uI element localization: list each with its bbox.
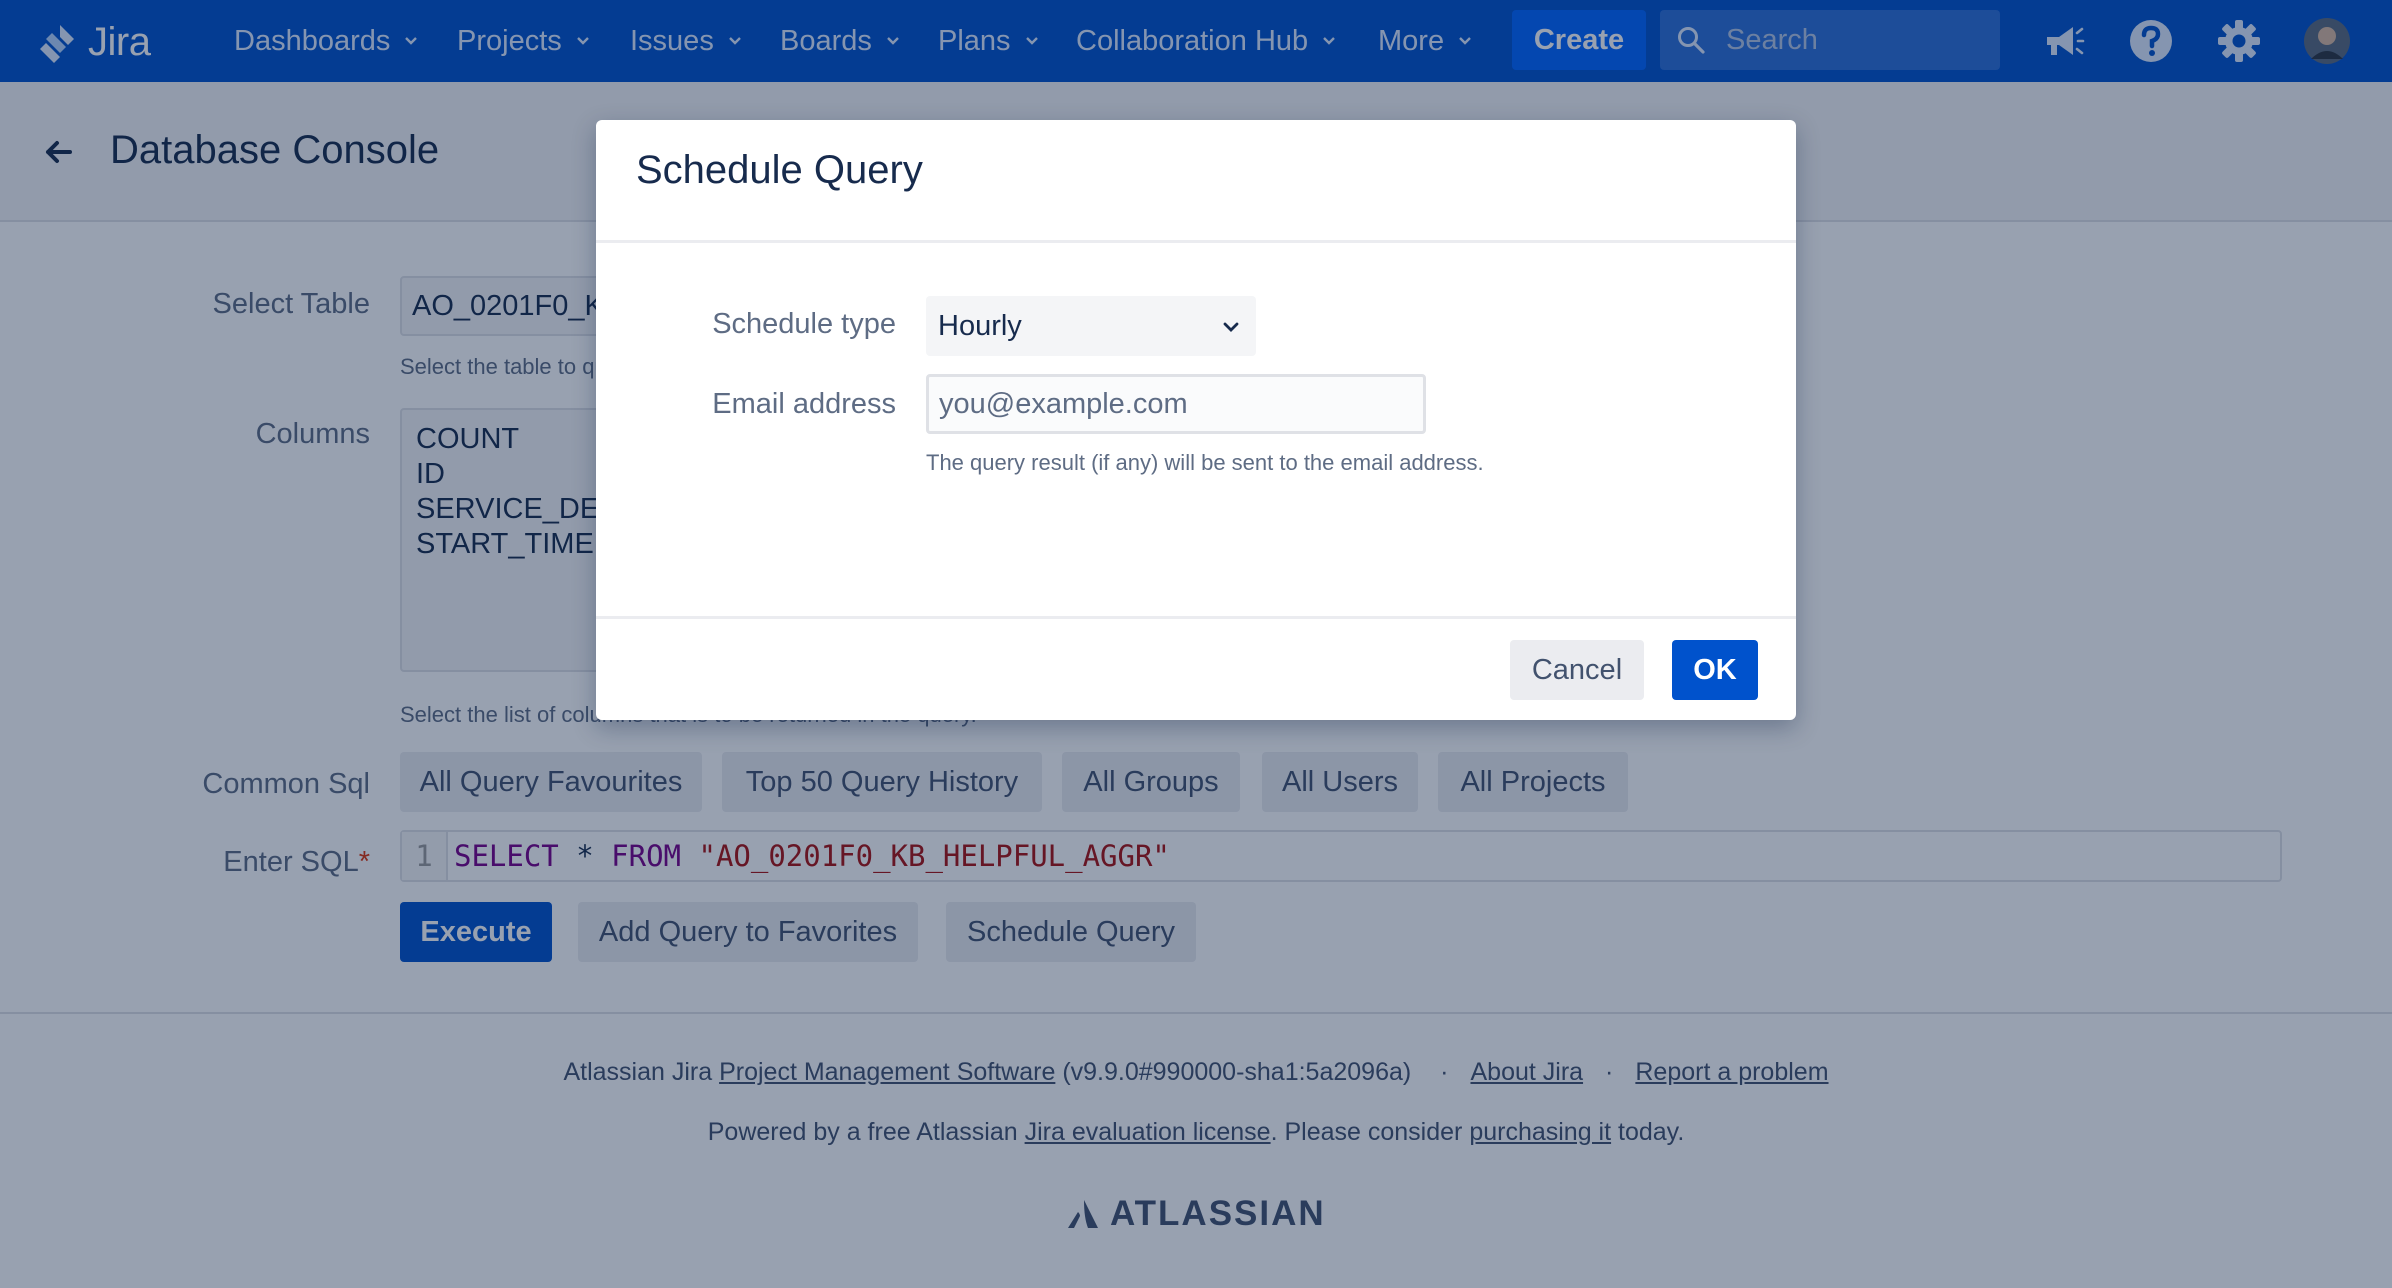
schedule-type-label: Schedule type <box>712 308 896 340</box>
ok-button[interactable]: OK <box>1672 640 1758 700</box>
email-address-label: Email address <box>712 388 896 420</box>
schedule-type-select[interactable]: Hourly <box>926 296 1256 356</box>
chevron-down-icon <box>1223 322 1239 332</box>
schedule-query-dialog: Schedule Query Schedule type Hourly Emai… <box>596 120 1796 720</box>
email-hint: The query result (if any) will be sent t… <box>926 450 1484 475</box>
schedule-type-value: Hourly <box>938 309 1022 342</box>
email-address-field[interactable] <box>926 374 1426 434</box>
cancel-button[interactable]: Cancel <box>1510 640 1644 700</box>
dialog-title: Schedule Query <box>636 148 923 192</box>
dialog-header-divider <box>596 240 1796 243</box>
dialog-footer-divider <box>596 616 1796 619</box>
